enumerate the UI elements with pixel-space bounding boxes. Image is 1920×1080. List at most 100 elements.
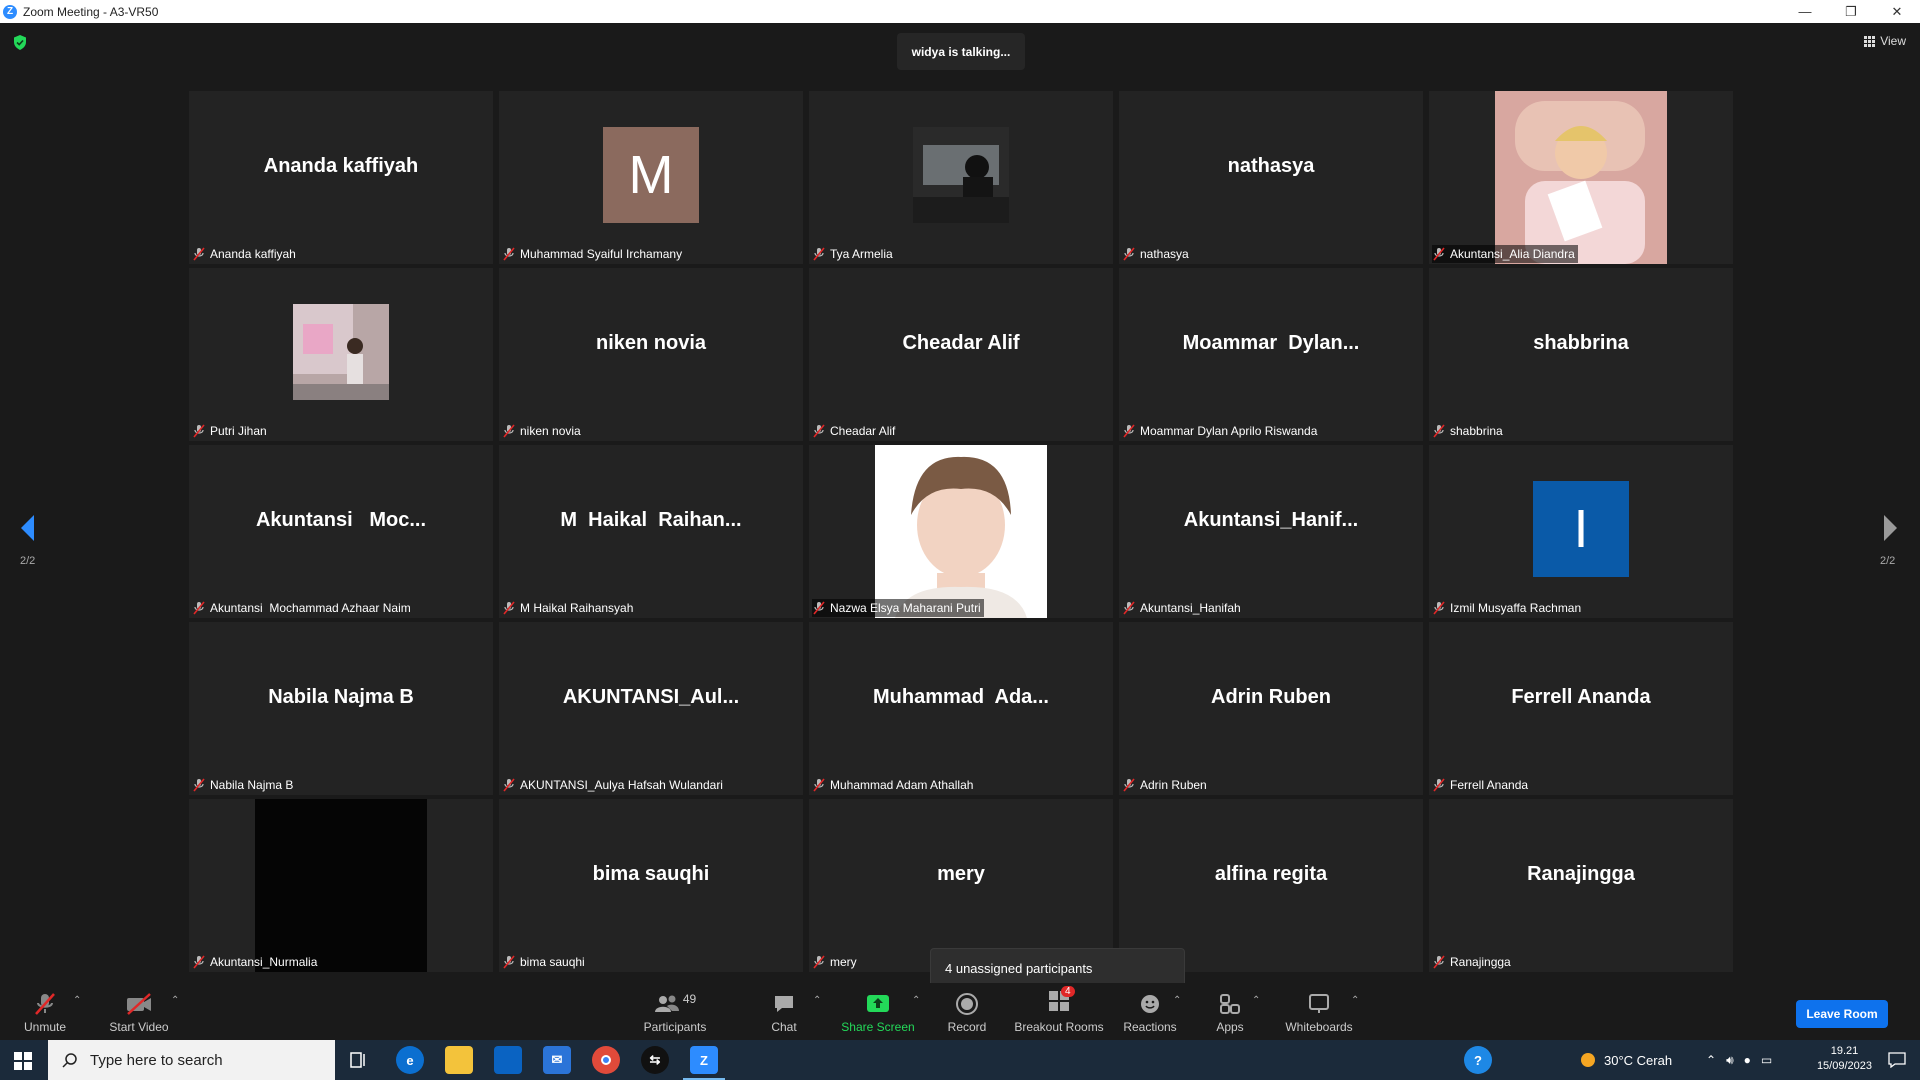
participant-tile[interactable]: bima sauqhi bima sauqhi [499,799,803,972]
microphone-icon[interactable]: ● [1744,1053,1751,1067]
participant-tile[interactable]: mery mery [809,799,1113,972]
participant-name-label: Ananda kaffiyah [192,245,299,263]
participants-button[interactable]: 49 Participants [640,983,710,1040]
video-options-caret-icon[interactable]: ⌃ [171,995,179,1006]
notifications-icon[interactable] [1888,1052,1906,1068]
participant-name: Akuntansi_Nurmalia [210,955,318,969]
apps-button[interactable]: Apps [1210,983,1250,1040]
participant-name-label: Akuntansi_Nurmalia [192,953,320,971]
clock-date: 15/09/2023 [1816,1060,1872,1072]
zoom-taskbar-icon[interactable]: Z [690,1046,718,1074]
participant-display-name: AKUNTANSI_Aul... [562,686,740,708]
participant-tile[interactable]: Adrin Ruben Adrin Ruben [1119,622,1423,795]
participant-tile[interactable]: shabbrina shabbrina [1429,268,1733,441]
start-video-button[interactable]: Start Video [104,983,174,1040]
participant-tile[interactable]: Ferrell Ananda Ferrell Ananda [1429,622,1733,795]
participant-name-label: niken novia [502,422,584,440]
microsoft-store-icon[interactable] [494,1046,522,1074]
participant-name: bima sauqhi [520,955,585,969]
participant-tile[interactable]: Putri Jihan [189,268,493,441]
previous-page-arrow-icon[interactable] [18,513,38,543]
record-icon [956,993,978,1015]
chat-button[interactable]: Chat [764,983,804,1040]
participant-name-label: Nazwa Elsya Maharani Putri [812,599,984,617]
leave-room-button[interactable]: Leave Room [1796,1000,1888,1028]
taskbar-search-box[interactable]: Type here to search [48,1040,335,1080]
participant-name: Ranajingga [1450,955,1511,969]
search-placeholder: Type here to search [90,1051,223,1069]
participant-name-label: Nabila Najma B [192,776,296,794]
minimize-button[interactable]: — [1782,0,1828,23]
record-label: Record [947,1020,987,1034]
restore-button[interactable]: ❐ [1828,0,1874,23]
participant-tile[interactable]: Akuntansi_Nurmalia [189,799,493,972]
apps-options-caret-icon[interactable]: ⌃ [1252,995,1260,1006]
muted-mic-icon [1123,601,1135,615]
window-title: Zoom Meeting - A3-VR50 [23,4,159,19]
view-button[interactable]: View [1864,34,1906,48]
search-icon [62,1053,77,1068]
participant-tile[interactable]: Tya Armelia [809,91,1113,264]
muted-mic-icon [503,424,515,438]
share-options-caret-icon[interactable]: ⌃ [912,995,920,1006]
whiteboard-icon [1309,994,1329,1013]
next-page-arrow-icon[interactable] [1880,513,1900,543]
participant-tile[interactable]: Ananda kaffiyah Ananda kaffiyah [189,91,493,264]
participant-tile[interactable]: AKUNTANSI_Aul... AKUNTANSI_Aulya Hafsah W… [499,622,803,795]
participant-tile[interactable]: Akuntansi_Hanif... Akuntansi_Hanifah [1119,445,1423,618]
unmute-button[interactable]: Unmute [20,983,70,1040]
tray-chevron-icon[interactable]: ⌃ [1706,1053,1716,1067]
reactions-button[interactable]: Reactions [1122,983,1178,1040]
participant-tile[interactable]: I Izmil Musyaffa Rachman [1429,445,1733,618]
participant-name-label: M Haikal Raihansyah [502,599,636,617]
reactions-options-caret-icon[interactable]: ⌃ [1173,995,1181,1006]
participant-photo [293,304,389,400]
clock-time: 19.21 [1830,1045,1859,1057]
participant-tile[interactable]: Moammar Dylan... Moammar Dylan Aprilo Ris… [1119,268,1423,441]
participant-tile[interactable]: Muhammad Ada... Muhammad Adam Athallah [809,622,1113,795]
task-view-icon[interactable] [350,1052,368,1068]
breakout-rooms-button[interactable]: 4 Breakout Rooms [1012,983,1106,1040]
participant-tile[interactable]: Akuntansi_Alia Diandra [1429,91,1733,264]
audio-options-caret-icon[interactable]: ⌃ [73,995,81,1006]
participant-tile[interactable]: M Haikal Raihan... M Haikal Raihansyah [499,445,803,618]
whiteboards-label: Whiteboards [1285,1020,1353,1034]
participant-tile[interactable]: M Muhammad Syaiful Irchamany [499,91,803,264]
participant-photo [1495,91,1667,264]
participant-name: Tya Armelia [830,247,893,261]
participant-tile[interactable]: Nazwa Elsya Maharani Putri [809,445,1113,618]
participant-name: Cheadar Alif [830,424,896,438]
record-button[interactable]: Record [942,983,992,1040]
security-shield-icon[interactable] [13,35,27,50]
file-explorer-icon[interactable] [445,1046,473,1074]
participant-name-label: Muhammad Syaiful Irchamany [502,245,685,263]
windows-start-icon[interactable] [14,1052,32,1070]
participant-tile[interactable]: Cheadar Alif Cheadar Alif [809,268,1113,441]
participant-tile[interactable]: niken novia niken novia [499,268,803,441]
help-icon[interactable]: ? [1464,1046,1492,1074]
participant-name-label: Moammar Dylan Aprilo Riswanda [1122,422,1320,440]
participant-tile[interactable]: alfina regitagita [1119,799,1423,972]
active-speaker-indicator: widya is talking... [897,33,1025,70]
mail-icon[interactable]: ✉ [543,1046,571,1074]
chat-options-caret-icon[interactable]: ⌃ [813,995,821,1006]
weather-widget[interactable]: 30°C Cerah [1578,1040,1672,1080]
pinned-app-icon[interactable]: ⇆ [641,1046,669,1074]
taskbar-clock[interactable]: 19.21 15/09/2023 [1817,1044,1872,1074]
participant-display-name: Moammar Dylan... [1182,332,1360,354]
network-icon[interactable]: ▭ [1761,1053,1772,1067]
participant-tile[interactable]: nathasya nathasya [1119,91,1423,264]
whiteboards-options-caret-icon[interactable]: ⌃ [1351,995,1359,1006]
speaker-icon[interactable]: 🔊︎ [1726,1053,1734,1068]
edge-browser-icon[interactable]: e [396,1046,424,1074]
close-button[interactable]: ✕ [1874,0,1920,23]
chrome-icon[interactable] [592,1046,620,1074]
muted-mic-icon [193,424,205,438]
participant-tile[interactable]: Akuntansi Moc... Akuntansi Mochammad Azha… [189,445,493,618]
participant-tile[interactable]: Nabila Najma B Nabila Najma B [189,622,493,795]
share-screen-button[interactable]: Share Screen [838,983,918,1040]
whiteboards-button[interactable]: Whiteboards [1282,983,1356,1040]
participant-tile[interactable]: Ranajingga Ranajingga [1429,799,1733,972]
participant-display-name: Nabila Najma B [268,686,414,708]
participants-count: 49 [682,992,697,1006]
